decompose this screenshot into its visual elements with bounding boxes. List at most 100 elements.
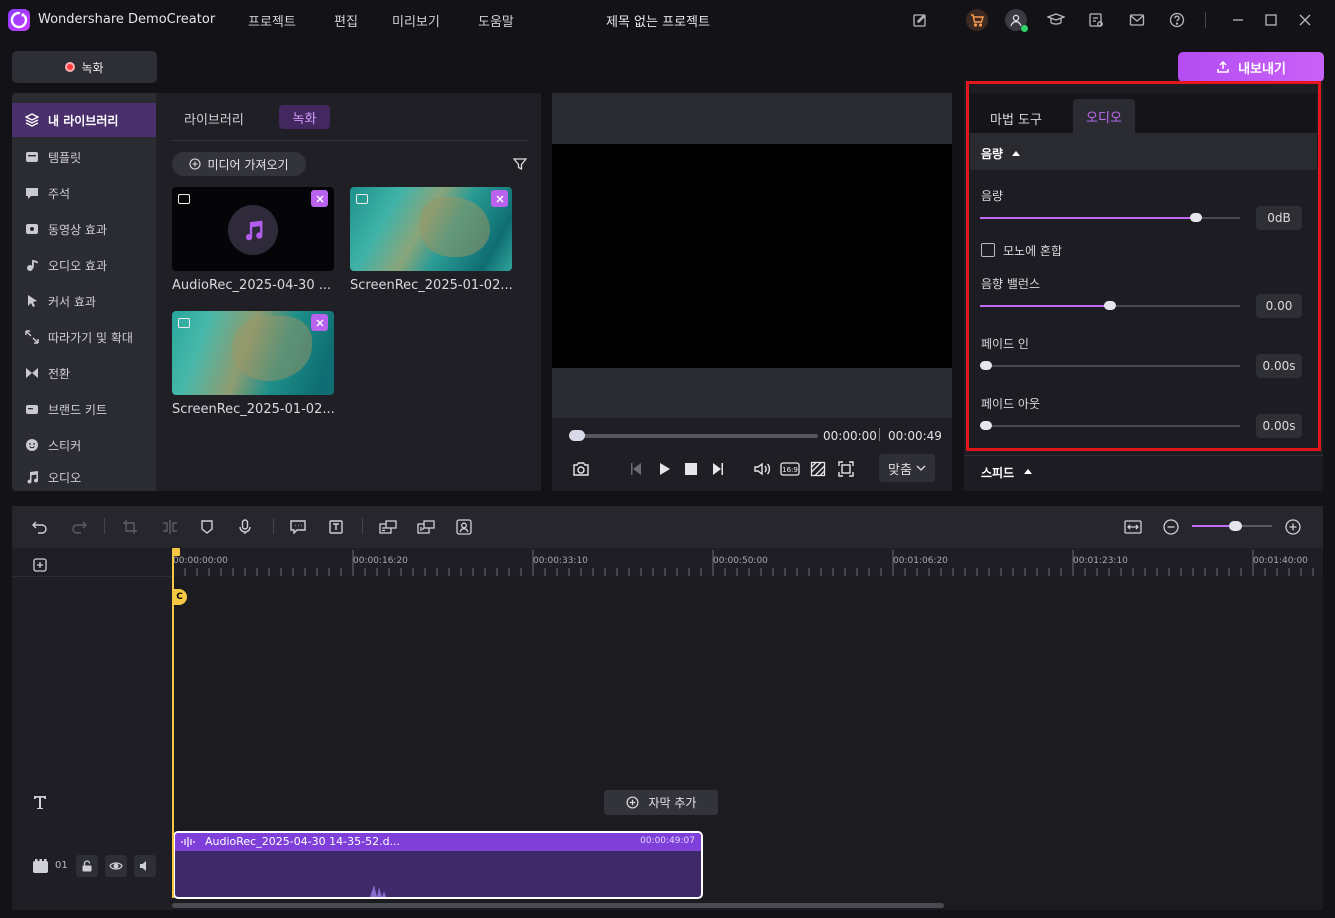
sidebar-item-templates[interactable]: 템플릿 (12, 139, 156, 175)
play-icon[interactable] (655, 459, 675, 479)
fade-in-value[interactable]: 0.00s (1256, 354, 1302, 378)
previous-frame-icon[interactable] (626, 459, 646, 479)
close-icon[interactable] (1295, 10, 1315, 30)
auto-caption-icon[interactable] (378, 517, 398, 537)
text-track-icon (31, 792, 49, 812)
academy-icon[interactable] (1046, 10, 1066, 30)
add-track-icon[interactable] (31, 556, 49, 574)
volume-slider-handle[interactable] (1189, 213, 1202, 222)
stop-icon[interactable] (681, 459, 701, 479)
library-divider (172, 140, 528, 141)
sidebar-item-label: 주석 (48, 186, 71, 201)
snapshot-icon[interactable] (571, 459, 591, 479)
menu-preview[interactable]: 미리보기 (392, 11, 440, 30)
sidebar-item-audio[interactable]: 오디오 (12, 463, 156, 491)
record-button[interactable]: 녹화 (12, 51, 157, 83)
plus-circle-icon (625, 796, 639, 809)
ruler-tick-label: 00:00:50:00 (713, 556, 768, 566)
maximize-icon[interactable] (1261, 10, 1281, 30)
minimize-icon[interactable] (1228, 10, 1248, 30)
sidebar-item-video-effects[interactable]: 동영상 효과 (12, 211, 156, 247)
sidebar-item-label: 템플릿 (48, 150, 82, 165)
mono-mix-checkbox[interactable] (981, 243, 995, 257)
undo-icon[interactable] (30, 517, 50, 537)
crop-icon[interactable] (120, 517, 140, 537)
zoom-slider-handle[interactable] (1229, 521, 1242, 531)
toolbar-divider (273, 518, 274, 534)
help-icon[interactable] (1167, 10, 1187, 30)
safe-zone-icon[interactable] (808, 459, 828, 479)
tab-magic-tools[interactable]: 마법 도구 (990, 109, 1042, 128)
filter-icon[interactable] (512, 156, 528, 172)
sidebar-item-stickers[interactable]: 스티커 (12, 427, 156, 463)
fullscreen-icon[interactable] (836, 459, 856, 479)
fade-in-slider-track[interactable] (980, 365, 1240, 367)
fit-dropdown[interactable]: 맞춤 (879, 454, 935, 482)
fade-out-value[interactable]: 0.00s (1256, 414, 1302, 438)
preview-screen[interactable] (552, 144, 952, 368)
sidebar-item-cursor-effects[interactable]: 커서 효과 (12, 283, 156, 319)
add-caption-button[interactable]: 자막 추가 (604, 790, 718, 815)
plus-circle-icon (189, 158, 201, 170)
zoom-out-icon[interactable] (1161, 517, 1181, 537)
avatar-presenter-icon[interactable] (454, 517, 474, 537)
zoom-in-icon[interactable] (1283, 517, 1303, 537)
ruler-tick-label: 00:00:33:10 (533, 556, 588, 566)
video-track-icon (31, 857, 49, 875)
menu-edit[interactable]: 편집 (334, 11, 358, 30)
map-land-shape (232, 316, 312, 381)
cart-icon[interactable] (966, 9, 988, 31)
export-button-label: 내보내기 (1238, 61, 1286, 77)
mail-icon[interactable] (1127, 10, 1147, 30)
settings-list-icon[interactable] (1086, 10, 1106, 30)
split-icon[interactable] (160, 517, 180, 537)
media-thumbnail-video[interactable] (350, 187, 512, 271)
sidebar-item-label: 스티커 (48, 438, 82, 453)
fade-out-slider-handle[interactable] (980, 421, 992, 430)
lock-icon[interactable] (76, 855, 98, 877)
tab-audio[interactable]: 오디오 (1073, 99, 1135, 133)
balance-value[interactable]: 0.00 (1256, 294, 1302, 318)
audio-effect-icon (25, 258, 39, 272)
sidebar-item-my-library[interactable]: 내 라이브러리 (12, 103, 156, 137)
feedback-icon[interactable] (910, 10, 930, 30)
cursor-icon (25, 294, 39, 308)
media-thumbnail-audio[interactable] (172, 187, 334, 271)
volume-value[interactable]: 0dB (1256, 206, 1302, 230)
sidebar-item-brand-kit[interactable]: 브랜드 키트 (12, 391, 156, 427)
import-media-button[interactable]: 미디어 가져오기 (172, 152, 306, 176)
redo-icon[interactable] (69, 517, 89, 537)
sidebar-item-annotations[interactable]: 주석 (12, 175, 156, 211)
speaker-mute-icon[interactable] (134, 855, 156, 877)
next-frame-icon[interactable] (708, 459, 728, 479)
media-thumbnail-video[interactable] (172, 311, 334, 395)
menu-help[interactable]: 도움말 (478, 11, 514, 30)
svg-text:16:9: 16:9 (782, 466, 798, 474)
visibility-eye-icon[interactable] (105, 855, 127, 877)
timeline-horizontal-scrollbar[interactable] (172, 903, 944, 908)
speed-section-header[interactable] (964, 455, 1323, 491)
caption-bubble-icon[interactable] (288, 517, 308, 537)
tab-library[interactable]: 라이브러리 (184, 109, 244, 128)
volume-section-header[interactable] (970, 133, 1317, 170)
fade-in-slider-handle[interactable] (980, 361, 992, 370)
fit-timeline-icon[interactable] (1123, 517, 1143, 537)
playback-progress-handle[interactable] (569, 430, 585, 441)
menu-project[interactable]: 프로젝트 (248, 11, 296, 30)
audio-clip[interactable]: AudioRec_2025-04-30 14-35-52.d... 00:00:… (173, 831, 703, 899)
volume-label: 음량 (981, 189, 1004, 203)
export-button[interactable]: 내보내기 (1178, 52, 1324, 82)
microphone-icon[interactable] (235, 517, 255, 537)
sidebar-item-transitions[interactable]: 전환 (12, 355, 156, 391)
tab-recordings[interactable]: 녹화 (279, 105, 330, 129)
aspect-ratio-icon[interactable]: 16:9 (780, 459, 800, 479)
sidebar-item-audio-effects[interactable]: 오디오 효과 (12, 247, 156, 283)
balance-slider-handle[interactable] (1104, 301, 1116, 310)
sidebar-item-zoom-follow[interactable]: 따라가기 및 확대 (12, 319, 156, 355)
text-box-icon[interactable] (326, 517, 346, 537)
volume-icon[interactable] (752, 459, 772, 479)
playback-progress-bar[interactable] (570, 434, 818, 438)
marker-icon[interactable] (197, 517, 217, 537)
text-to-speech-icon[interactable] (416, 517, 436, 537)
fade-out-slider-track[interactable] (980, 425, 1240, 427)
